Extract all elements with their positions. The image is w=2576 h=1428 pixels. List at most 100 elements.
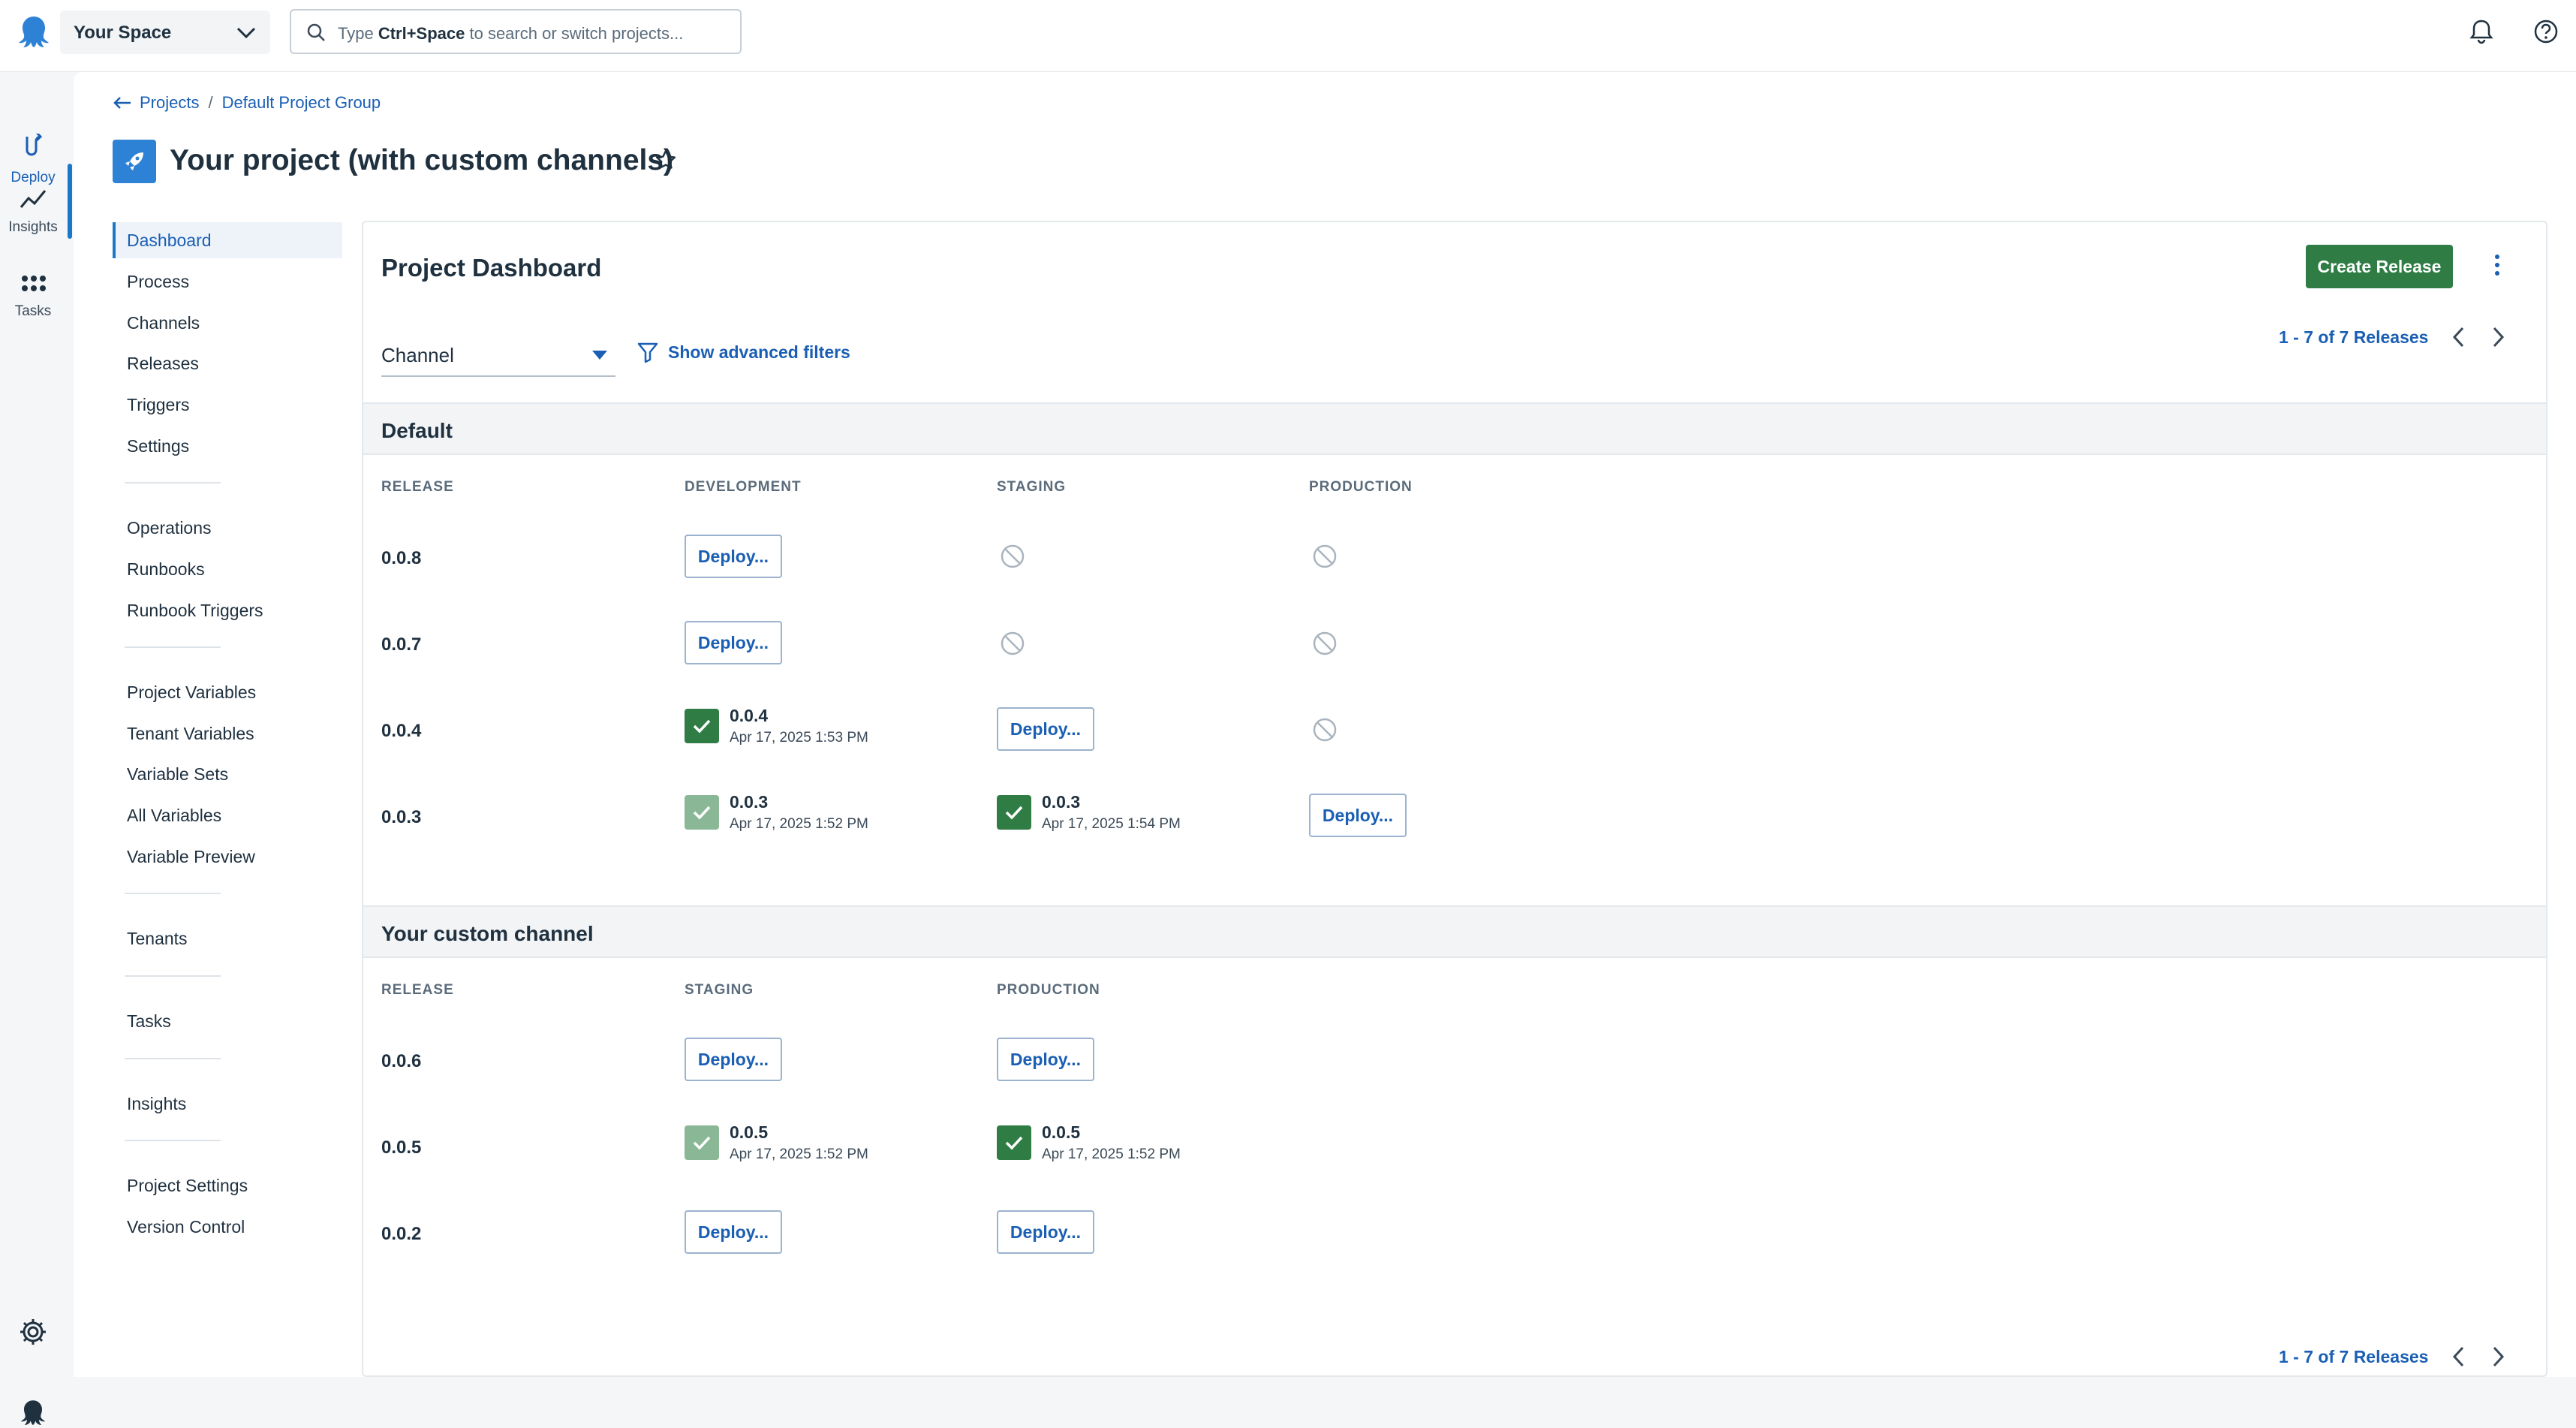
dashboard-title: Project Dashboard	[381, 254, 602, 282]
chevron-left-icon[interactable]	[2451, 1345, 2467, 1368]
more-options-icon[interactable]	[2493, 254, 2501, 276]
search-input[interactable]: Type Ctrl+Space to search or switch proj…	[290, 9, 742, 54]
top-bar: Your Space Type Ctrl+Space to search or …	[0, 0, 2576, 72]
nav-insights[interactable]: Insights	[113, 1086, 342, 1122]
nav-operations[interactable]: Operations	[113, 510, 342, 546]
deploy-button[interactable]: Deploy...	[997, 1210, 1094, 1254]
nav-releases[interactable]: Releases	[113, 345, 342, 381]
show-advanced-filters-link[interactable]: Show advanced filters	[636, 341, 850, 363]
deployed-version: 0.0.5	[730, 1122, 769, 1142]
nav-process[interactable]: Process	[113, 264, 342, 300]
create-release-button[interactable]: Create Release	[2306, 245, 2453, 288]
nav-variable-preview[interactable]: Variable Preview	[113, 839, 342, 875]
deployment-success[interactable]: 0.0.3 Apr 17, 2025 1:54 PM	[997, 792, 1267, 837]
channel-select[interactable]: Channel	[381, 335, 615, 377]
rail-label-insights: Insights	[8, 219, 58, 235]
column-header-release: RELEASE	[381, 982, 454, 998]
check-icon	[997, 795, 1031, 830]
not-available-icon	[1312, 717, 1338, 743]
paging-summary: 1 - 7 of 7 Releases	[2279, 1346, 2429, 1366]
deployed-date: Apr 17, 2025 1:52 PM	[730, 1146, 868, 1162]
release-version: 0.0.8	[381, 548, 422, 568]
deployed-version: 0.0.4	[730, 706, 769, 725]
rail-item-insights[interactable]: Insights	[0, 188, 74, 263]
not-available-icon	[1000, 631, 1025, 656]
pagination-bottom: 1 - 7 of 7 Releases	[2279, 1345, 2506, 1368]
release-version: 0.0.2	[381, 1224, 422, 1244]
not-available-icon	[1312, 631, 1338, 656]
nav-triggers[interactable]: Triggers	[113, 387, 342, 423]
rail-item-tasks[interactable]: Tasks	[0, 275, 74, 350]
nav-dashboard[interactable]: Dashboard	[113, 222, 342, 258]
deploy-button[interactable]: Deploy...	[685, 1210, 782, 1254]
notifications-bell-icon[interactable]	[2468, 18, 2495, 45]
nav-tasks[interactable]: Tasks	[113, 1003, 342, 1039]
channel-select-label: Channel	[381, 344, 454, 366]
deploy-button[interactable]: Deploy...	[685, 535, 782, 578]
rail-active-indicator	[68, 164, 72, 239]
search-icon	[306, 23, 326, 42]
insights-icon	[20, 188, 47, 210]
nav-tenants[interactable]: Tenants	[113, 920, 342, 957]
deployed-version: 0.0.5	[1042, 1122, 1081, 1142]
column-header-production: PRODUCTION	[997, 982, 1100, 998]
nav-divider	[125, 646, 221, 648]
deployment-success[interactable]: 0.0.5 Apr 17, 2025 1:52 PM	[685, 1122, 955, 1167]
breadcrumb-separator: /	[208, 93, 213, 112]
nav-channels[interactable]: Channels	[113, 305, 342, 341]
nav-settings[interactable]: Settings	[113, 428, 342, 464]
chevron-right-icon[interactable]	[2490, 1345, 2506, 1368]
favorite-star-icon[interactable]	[655, 149, 677, 171]
check-icon	[997, 1125, 1031, 1160]
breadcrumb-projects-link[interactable]: Projects	[113, 93, 199, 113]
advanced-filters-label: Show advanced filters	[668, 342, 850, 362]
deploy-button[interactable]: Deploy...	[685, 1038, 782, 1081]
nav-all-variables[interactable]: All Variables	[113, 797, 342, 833]
not-available-icon	[1000, 544, 1025, 569]
deployment-success[interactable]: 0.0.5 Apr 17, 2025 1:52 PM	[997, 1122, 1267, 1167]
release-version: 0.0.7	[381, 634, 422, 655]
chevron-left-icon[interactable]	[2451, 326, 2467, 348]
nav-variable-sets[interactable]: Variable Sets	[113, 756, 342, 792]
rail-item-deploy[interactable]: Deploy	[0, 104, 74, 185]
nav-project-settings[interactable]: Project Settings	[113, 1167, 342, 1204]
chevron-right-icon[interactable]	[2490, 326, 2506, 348]
nav-divider	[125, 1058, 221, 1059]
not-available-icon	[1312, 544, 1338, 569]
nav-runbooks[interactable]: Runbooks	[113, 551, 342, 587]
breadcrumb-projects-label: Projects	[140, 93, 200, 112]
deploy-button[interactable]: Deploy...	[997, 707, 1094, 751]
release-version: 0.0.4	[381, 721, 422, 741]
deployed-date: Apr 17, 2025 1:54 PM	[1042, 816, 1181, 832]
breadcrumb-group-link[interactable]: Default Project Group	[222, 93, 381, 113]
channel-group-name: Your custom channel	[381, 922, 594, 945]
deployed-version: 0.0.3	[1042, 792, 1081, 812]
user-avatar[interactable]	[18, 1398, 48, 1428]
arrow-left-icon	[113, 97, 131, 109]
nav-project-variables[interactable]: Project Variables	[113, 674, 342, 710]
space-name: Your Space	[74, 23, 172, 43]
deploy-button[interactable]: Deploy...	[997, 1038, 1094, 1081]
nav-tenant-variables[interactable]: Tenant Variables	[113, 716, 342, 752]
nav-version-control[interactable]: Version Control	[113, 1209, 342, 1245]
release-version: 0.0.3	[381, 807, 422, 827]
deploy-button[interactable]: Deploy...	[1309, 794, 1407, 837]
release-version: 0.0.5	[381, 1137, 422, 1158]
column-header-development: DEVELOPMENT	[685, 479, 802, 495]
deployed-date: Apr 17, 2025 1:53 PM	[730, 730, 868, 746]
nav-runbook-triggers[interactable]: Runbook Triggers	[113, 592, 342, 628]
deployment-success[interactable]: 0.0.3 Apr 17, 2025 1:52 PM	[685, 792, 955, 837]
settings-gear-icon[interactable]	[18, 1317, 48, 1347]
space-selector[interactable]: Your Space	[60, 11, 270, 54]
rail-label-deploy: Deploy	[11, 170, 56, 185]
pagination-top: 1 - 7 of 7 Releases	[2279, 326, 2506, 348]
nav-divider	[125, 975, 221, 977]
help-icon[interactable]	[2532, 18, 2559, 45]
channel-group-name: Default	[381, 419, 453, 442]
deploy-button[interactable]: Deploy...	[685, 621, 782, 664]
octopus-logo-icon[interactable]	[15, 14, 53, 51]
check-icon	[685, 709, 719, 743]
check-icon	[685, 1125, 719, 1160]
chevron-down-icon	[236, 24, 257, 41]
deployment-success[interactable]: 0.0.4 Apr 17, 2025 1:53 PM	[685, 706, 955, 751]
